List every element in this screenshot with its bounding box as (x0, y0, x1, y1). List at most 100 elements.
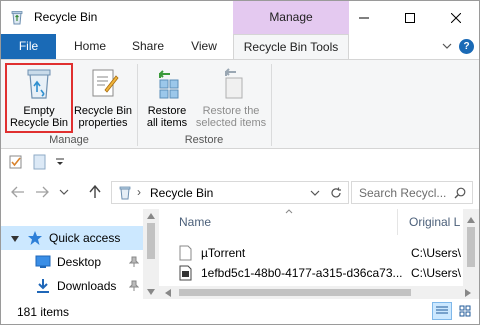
large-icons-view-icon (459, 305, 471, 317)
properties-label-line1: Recycle Bin (73, 105, 133, 117)
tab-view[interactable]: View (179, 34, 229, 59)
collapse-arrow-icon[interactable] (11, 236, 19, 242)
restore-selected-label-line1: Restore the (202, 105, 260, 117)
details-view-button[interactable] (432, 302, 452, 320)
recycle-bin-icon (27, 69, 51, 99)
horizontal-scrollbar[interactable] (159, 286, 479, 299)
folder-icon (35, 255, 51, 268)
window-title: Recycle Bin (34, 10, 98, 24)
file-icon (179, 265, 192, 281)
restore-all-items-button[interactable]: Restore all items (141, 62, 193, 132)
ribbon-tabs: File Home Share View Recycle Bin Tools ? (1, 34, 479, 60)
tab-share[interactable]: Share (123, 34, 173, 59)
scrollbar-thumb[interactable] (179, 289, 411, 296)
search-input[interactable]: Search Recycl... (359, 186, 446, 200)
empty-recycle-bin-button[interactable]: Empty Recycle Bin (7, 62, 71, 132)
file-name: µTorrent (201, 246, 246, 260)
column-header-original-location[interactable]: Original L (409, 215, 460, 229)
restore-selected-icon (225, 68, 243, 99)
file-icon (179, 245, 192, 261)
properties-check-icon[interactable] (9, 155, 23, 169)
sidebar-item-label: Quick access (49, 231, 121, 245)
column-divider[interactable] (397, 209, 398, 235)
vertical-scrollbar[interactable] (463, 209, 479, 286)
maximize-button[interactable] (387, 1, 433, 34)
restore-all-icon (159, 70, 179, 99)
refresh-icon[interactable] (330, 187, 342, 199)
table-row[interactable]: µTorrent C:\Users\ (179, 243, 479, 263)
status-item-count: 181 items (17, 305, 70, 319)
file-name: 1efbd5c1-48b0-4177-a315-d36ca73... (201, 266, 403, 280)
restore-selected-items-button[interactable]: Restore the selected items (195, 62, 267, 132)
tab-file[interactable]: File (1, 34, 56, 59)
table-row[interactable]: 1efbd5c1-48b0-4177-a315-d36ca73... C:\Us… (179, 263, 479, 283)
nav-scrollbar[interactable] (143, 209, 159, 299)
scrollbar-thumb[interactable] (147, 223, 155, 259)
navigation-pane: Quick access Desktop Downloads (1, 209, 159, 299)
scroll-left-icon[interactable] (165, 289, 171, 297)
sidebar-item-label: Desktop (57, 255, 102, 269)
maximize-icon (405, 12, 415, 23)
file-location: C:\Users\ (411, 246, 462, 260)
recycle-bin-properties-button[interactable]: Recycle Bin properties (73, 62, 133, 132)
restore-all-label-line2: all items (146, 117, 188, 129)
minimize-button[interactable] (341, 1, 387, 34)
properties-icon (92, 69, 119, 97)
title-bar[interactable]: Recycle Bin Manage (1, 1, 479, 34)
recycle-bin-icon (119, 186, 131, 200)
quick-access-toolbar (1, 150, 479, 175)
tab-home[interactable]: Home (65, 34, 115, 59)
star-icon (28, 231, 42, 245)
back-icon[interactable] (11, 186, 25, 198)
restore-all-label-line1: Restore (147, 105, 187, 117)
ribbon: Empty Recycle Bin Recycle Bin properties (1, 59, 479, 149)
group-separator (271, 64, 272, 146)
pin-icon[interactable] (129, 280, 139, 292)
group-label-restore: Restore (184, 134, 224, 146)
chevron-down-icon[interactable] (441, 40, 453, 52)
sidebar-item-label: Downloads (57, 279, 117, 293)
address-dropdown-icon[interactable] (310, 190, 320, 196)
recent-locations-icon[interactable] (59, 189, 69, 195)
scroll-up-icon[interactable] (147, 213, 155, 219)
up-icon[interactable] (89, 185, 101, 199)
customize-dropdown-icon[interactable] (56, 158, 64, 166)
minimize-icon (359, 17, 369, 18)
breadcrumb[interactable]: Recycle Bin (150, 186, 213, 200)
scroll-right-icon[interactable] (465, 289, 471, 297)
sidebar-item-desktop[interactable]: Desktop (1, 250, 143, 274)
help-button[interactable]: ? (459, 39, 474, 54)
details-view-icon (436, 306, 448, 314)
sidebar-item-downloads[interactable]: Downloads (1, 274, 143, 298)
file-location: C:\Users\ (411, 266, 462, 280)
download-icon (37, 279, 49, 293)
file-list: Name Original L µTorrent C:\Users\ 1efbd… (159, 209, 479, 299)
scroll-up-icon[interactable] (467, 217, 475, 223)
restore-selected-label-line2: selected items (195, 117, 267, 129)
sort-ascending-icon (285, 209, 293, 214)
large-icons-view-button[interactable] (456, 302, 476, 320)
breadcrumb-chevron-icon[interactable]: › (137, 185, 141, 199)
explorer-window: Recycle Bin Manage File Home Share View … (0, 0, 480, 325)
pin-icon[interactable] (129, 256, 139, 268)
search-box[interactable]: Search Recycl... (351, 181, 473, 204)
empty-label-line2: Recycle Bin (9, 117, 69, 129)
empty-label-line1: Empty (23, 105, 55, 117)
scroll-down-icon[interactable] (147, 289, 155, 295)
group-label-manage: Manage (49, 134, 89, 146)
sidebar-item-quick-access[interactable]: Quick access (1, 226, 143, 250)
tab-recycle-bin-tools[interactable]: Recycle Bin Tools (233, 34, 349, 60)
column-header-name[interactable]: Name (179, 215, 211, 229)
address-bar[interactable]: › Recycle Bin (111, 181, 349, 204)
close-button[interactable] (433, 1, 479, 34)
scrollbar-thumb[interactable] (467, 227, 475, 267)
forward-icon[interactable] (35, 186, 49, 198)
new-folder-icon[interactable] (33, 154, 46, 170)
close-icon (451, 12, 461, 23)
navigation-bar: › Recycle Bin Search Recycl... (1, 175, 479, 209)
search-icon[interactable] (454, 187, 466, 199)
context-tab-header: Manage (233, 1, 349, 34)
properties-label-line2: properties (78, 117, 128, 129)
status-bar: 181 items (1, 299, 479, 324)
recycle-bin-icon (11, 11, 23, 25)
